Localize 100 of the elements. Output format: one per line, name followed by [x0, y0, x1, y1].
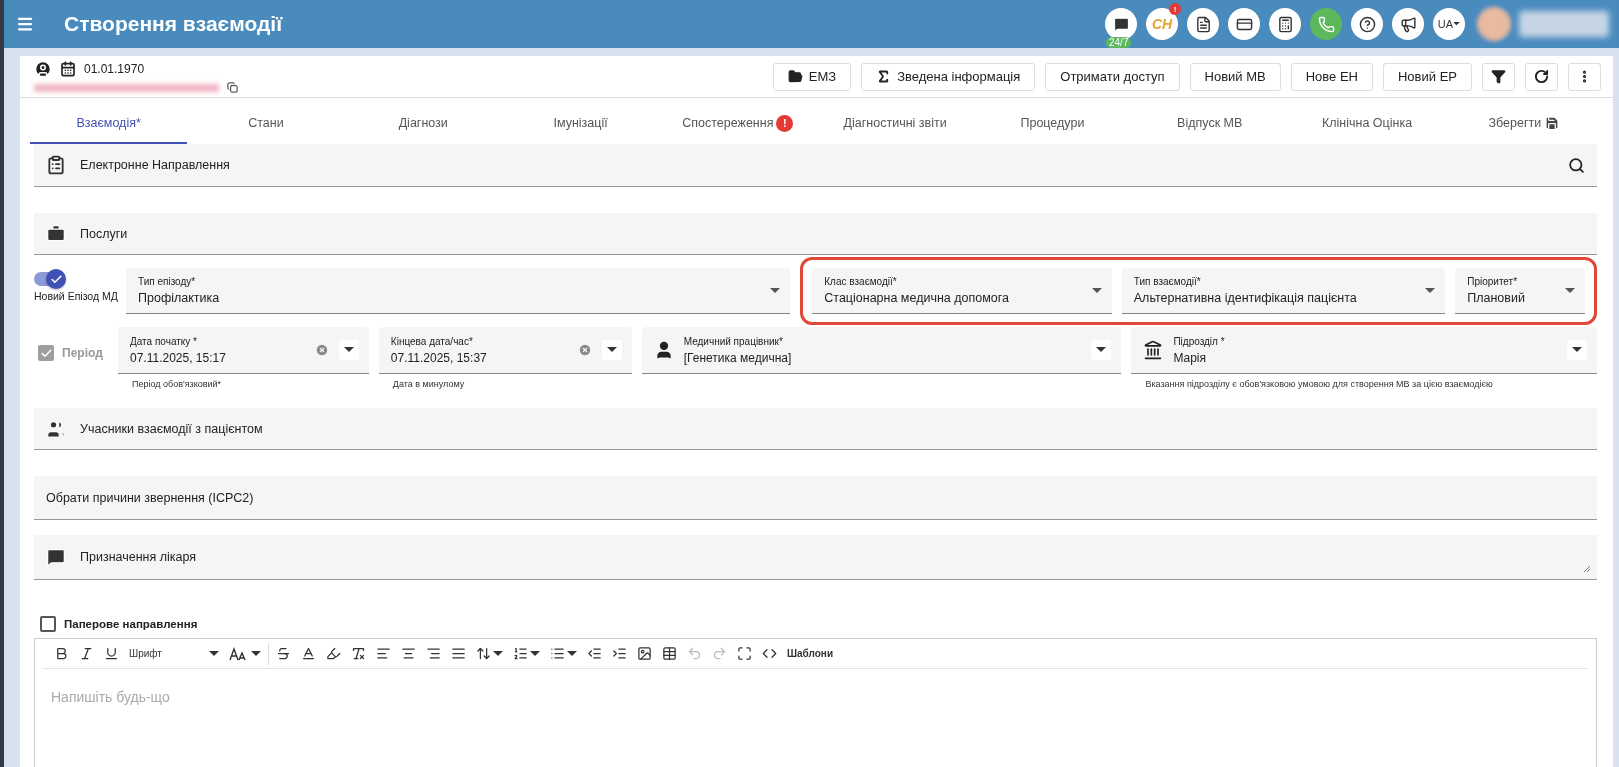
templates-button[interactable]: Шаблони [784, 646, 837, 661]
action-button[interactable]: Новий МВ [1189, 62, 1281, 91]
dropdown-caret-icon[interactable] [567, 650, 577, 657]
action-button[interactable]: Нове ЕН [1290, 62, 1373, 91]
dropdown-button[interactable] [601, 340, 622, 360]
section-header[interactable]: Електронне Направлення [34, 144, 1597, 187]
toggle-switch[interactable] [34, 272, 64, 286]
megaphone-icon [1399, 15, 1417, 33]
field-label: Тип взаємодії* [1133, 276, 1202, 287]
select-field[interactable]: Тип епізоду* Профілактика [126, 268, 791, 314]
helper-text: Період обов'язковий* [131, 378, 223, 389]
card-button[interactable] [1228, 8, 1260, 40]
pdf-icon [1194, 15, 1212, 33]
action-button[interactable]: Отримати доступ [1045, 62, 1180, 91]
helper-text: Дата в минулому [391, 378, 466, 389]
notification-badge: ! [1169, 3, 1181, 15]
dropdown-caret-icon[interactable] [606, 347, 617, 353]
action-button[interactable]: Новий ЕР [1383, 62, 1472, 91]
field-value: [Генетика медична] [683, 350, 793, 365]
tab[interactable]: Діагнози [344, 104, 502, 144]
dropdown-caret-icon[interactable] [493, 650, 503, 657]
calculator-icon [1276, 15, 1294, 33]
text-area[interactable]: Призначення лікаря [34, 535, 1597, 580]
dropdown-caret-icon[interactable] [530, 650, 540, 657]
font-select[interactable]: Шрифт [126, 646, 222, 661]
select-field[interactable]: Пріоритет* Плановий [1455, 268, 1585, 314]
message-icon [46, 547, 66, 567]
folder-icon [787, 69, 803, 84]
select-field[interactable]: Підрозділ * Марія [1131, 327, 1597, 374]
dropdown-button[interactable] [1091, 340, 1112, 360]
refresh-button[interactable] [1525, 62, 1558, 91]
section-title: Послуги [80, 226, 129, 241]
date-field[interactable]: Кінцева дата/час* 07.11.2025, 15:37 [378, 327, 632, 374]
ul-icon [550, 646, 565, 661]
dropdown-button[interactable] [338, 340, 359, 360]
italic-icon [79, 646, 94, 661]
tab[interactable]: Процедури [973, 104, 1132, 144]
dropdown-caret-icon[interactable] [343, 347, 354, 353]
caret-icon [1453, 22, 1461, 26]
code-icon [762, 646, 777, 661]
dropdown-caret-icon[interactable] [251, 650, 261, 657]
font-size-icon [229, 646, 249, 661]
field-value: Профілактика [138, 291, 221, 305]
justify-icon [451, 646, 466, 661]
select-field[interactable]: Тип взаємодії* Альтернативна ідентифікація пацієнта [1121, 268, 1446, 314]
field-value: 07.11.2025, 15:17 [130, 350, 227, 365]
section-header[interactable]: Учасники взаємодії з пацієнтом [34, 408, 1597, 450]
field-label: Кінцева дата/час* [390, 335, 474, 347]
copy-icon[interactable] [227, 82, 238, 93]
clear-icon[interactable] [314, 343, 329, 357]
tab[interactable]: Спостереження ! [659, 104, 817, 144]
dropdown-caret-icon[interactable] [770, 287, 781, 294]
dropdown-caret-icon[interactable] [209, 650, 219, 657]
color-icon [301, 646, 316, 661]
section-header[interactable]: Послуги [34, 213, 1597, 255]
select-field[interactable]: Клас взаємодії* Стаціонарна медична допомога [812, 268, 1112, 314]
more-button[interactable] [1568, 62, 1601, 91]
clear-icon [351, 646, 366, 661]
calendar-icon [60, 61, 76, 77]
rich-text-editor[interactable]: Шрифт Шаблони Напишіть будь-що [34, 638, 1597, 767]
checkbox-label: Період [62, 346, 103, 360]
chat-button[interactable] [1105, 8, 1137, 40]
section-header[interactable]: Обрати причини звернення (ICPC2) [34, 476, 1597, 520]
dropdown-caret-icon[interactable] [1565, 287, 1575, 294]
left-icon [376, 646, 391, 661]
table-icon [662, 646, 677, 661]
checkbox[interactable] [40, 616, 56, 632]
search-icon[interactable] [1568, 156, 1585, 174]
users-icon [46, 418, 66, 439]
dropdown-caret-icon[interactable] [1091, 287, 1102, 294]
tab[interactable]: Клінічна Оцінка [1288, 104, 1446, 144]
dropdown-caret-icon[interactable] [1425, 287, 1436, 294]
tab[interactable]: Відпуск МВ [1131, 104, 1289, 144]
date-field[interactable]: Дата початку * 07.11.2025, 15:17 [118, 327, 369, 374]
tab[interactable]: Зберегти [1445, 104, 1603, 144]
emz-button[interactable]: ЕМЗ [772, 62, 852, 91]
dropdown-caret-icon[interactable] [1572, 347, 1582, 353]
tab[interactable]: Імунізації [501, 104, 660, 144]
field-label: Тип епізоду* [138, 276, 197, 287]
tab[interactable]: Діагностичні звіти [816, 104, 974, 144]
alert-badge: ! [776, 114, 794, 132]
filter-button[interactable] [1482, 62, 1515, 91]
help-button[interactable] [1351, 8, 1383, 40]
summary-button[interactable]: Зведена інформація [861, 62, 1036, 91]
language-button[interactable]: UA [1433, 8, 1465, 40]
image-icon [637, 646, 652, 661]
clear-icon[interactable] [577, 343, 592, 357]
field-label: Клас взаємодії* [824, 276, 898, 287]
undo-icon [687, 646, 702, 661]
calculator-button[interactable] [1269, 8, 1301, 40]
pdf-button[interactable] [1187, 8, 1219, 40]
field-value: Марія [1173, 350, 1208, 365]
dropdown-button[interactable] [1567, 340, 1587, 360]
phone-button[interactable] [1310, 8, 1342, 40]
tab[interactable]: Стани [187, 104, 345, 144]
menu-button[interactable] [16, 15, 34, 33]
select-field[interactable]: Медичний працівник* [Генетика медична] [641, 327, 1122, 374]
dropdown-caret-icon[interactable] [1096, 347, 1107, 353]
resize-handle-icon[interactable] [1583, 565, 1591, 573]
megaphone-button[interactable] [1392, 8, 1424, 40]
